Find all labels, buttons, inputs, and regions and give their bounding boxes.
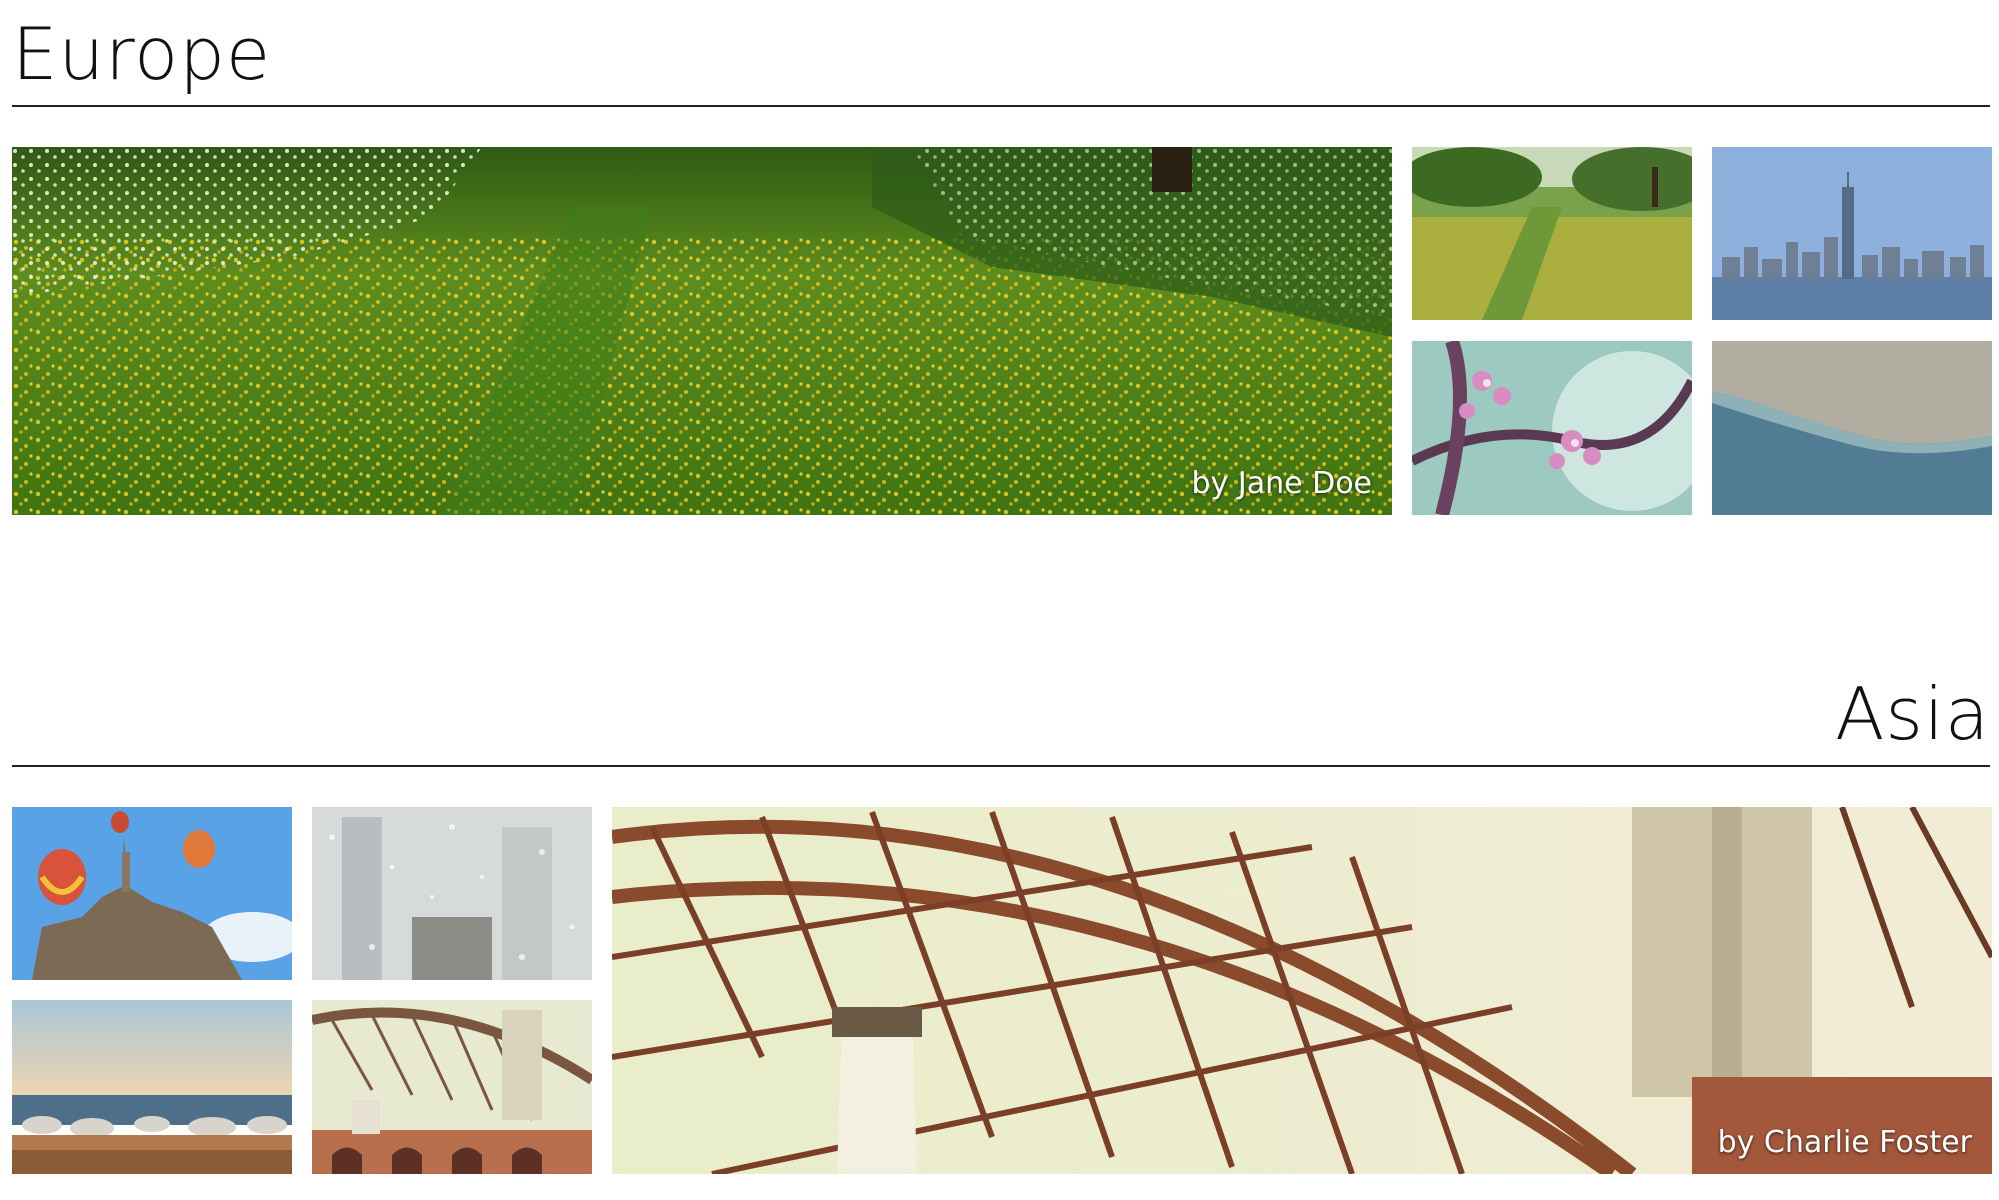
section-divider [12,105,1990,107]
section-title-europe: Europe [12,12,272,96]
featured-photo-flower-meadow[interactable]: by Jane Doe [12,147,1392,515]
thumbnail-coastline-aerial[interactable] [1712,341,1992,515]
section-divider [12,765,1990,767]
thumbnail-cherry-blossom[interactable] [1412,341,1692,515]
photo-credit: by Charlie Foster [1717,1125,1972,1160]
thumbnail-rainy-window-city[interactable] [312,807,592,980]
thumbnail-meadow-path[interactable] [1412,147,1692,320]
section-title-asia: Asia [1835,672,1990,756]
thumbnail-castle-balloons[interactable] [12,807,292,980]
featured-photo-bridge-steel[interactable]: by Charlie Foster [612,807,1992,1174]
thumbnail-rocky-shore[interactable] [12,1000,292,1174]
thumbnail-bridge-arch[interactable] [312,1000,592,1174]
thumbnail-city-skyline[interactable] [1712,147,1992,320]
photo-credit: by Jane Doe [1191,466,1372,501]
